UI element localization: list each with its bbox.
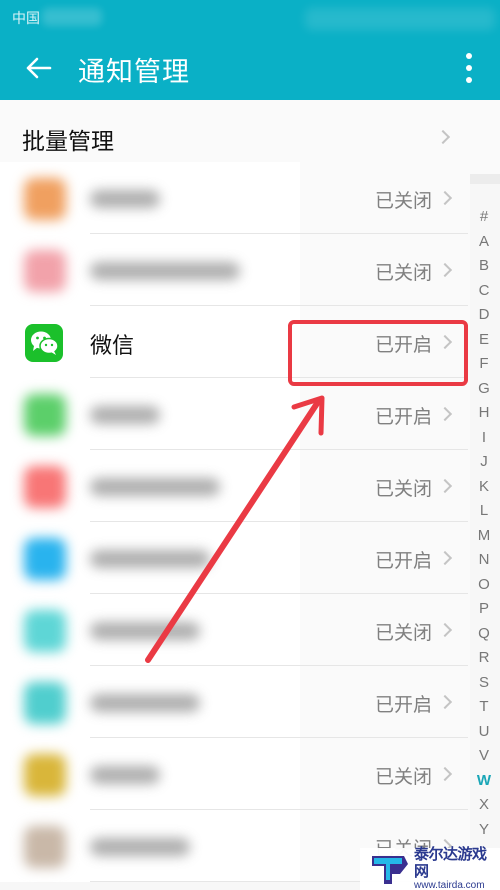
app-name-blurred (90, 694, 200, 712)
app-name-blurred (90, 622, 200, 640)
index-letter[interactable]: Q (478, 622, 490, 647)
app-name-blurred (90, 478, 220, 496)
app-name-blurred (90, 262, 240, 280)
index-letter[interactable]: E (479, 328, 489, 353)
index-letter[interactable]: T (479, 695, 488, 720)
app-row[interactable]: 已关闭 (0, 594, 470, 666)
app-icon (24, 466, 66, 508)
index-letter[interactable]: B (479, 254, 489, 279)
chevron-right-icon (435, 129, 451, 145)
notification-status: 已关闭 (374, 262, 432, 284)
index-letter[interactable]: P (479, 597, 489, 622)
app-name: 微信 (90, 334, 135, 359)
app-row[interactable]: 已关闭 (0, 234, 470, 306)
index-letter[interactable]: N (479, 548, 490, 573)
notification-management-screen: 中国 通知管理 批量管理 已关闭 已关闭 微信 已开启 已开启 已关闭 已开启 已关闭 已开启已… (0, 0, 500, 890)
index-letter[interactable]: D (479, 303, 490, 328)
app-icon (24, 826, 66, 868)
watermark-url: www.tairda.com (414, 880, 485, 890)
notification-status: 已关闭 (374, 766, 432, 788)
index-letter[interactable]: O (478, 573, 490, 598)
app-row[interactable]: 已关闭 (0, 162, 470, 234)
app-name-blurred (90, 838, 190, 856)
watermark: 泰尔达游戏网 www.tairda.com (360, 845, 500, 890)
app-row[interactable]: 已关闭 (0, 738, 470, 810)
annotation-highlight-box (288, 320, 468, 386)
status-blurred-left (42, 8, 102, 26)
app-icon (24, 610, 66, 652)
app-name-blurred (90, 406, 160, 424)
index-letter[interactable]: A (479, 230, 489, 255)
index-letter[interactable]: X (479, 793, 489, 818)
carrier-label: 中国 (12, 11, 40, 27)
index-letter[interactable]: H (479, 401, 490, 426)
arrow-left-icon (26, 57, 52, 79)
more-options-button[interactable] (455, 50, 483, 86)
app-icon (24, 394, 66, 436)
more-vertical-icon (466, 53, 472, 59)
index-letter[interactable]: K (479, 475, 489, 500)
index-letter[interactable]: I (482, 426, 486, 451)
more-vertical-icon-dot (466, 77, 472, 83)
wechat-icon (25, 324, 63, 362)
back-button[interactable] (20, 50, 56, 86)
app-row[interactable]: 已开启 (0, 522, 470, 594)
app-icon (24, 250, 66, 292)
more-vertical-icon-dot (466, 65, 472, 71)
watermark-name: 泰尔达游戏网 (414, 845, 487, 880)
index-letter[interactable]: L (480, 499, 488, 524)
app-icon (24, 178, 66, 220)
app-bar: 中国 通知管理 (0, 0, 500, 100)
index-letter[interactable]: C (479, 279, 490, 304)
notification-status: 已关闭 (374, 622, 432, 644)
index-letter[interactable]: V (479, 744, 489, 769)
app-icon (24, 682, 66, 724)
alphabet-index-bar[interactable]: # A B C D E F G H I J K L M N O P Q R S T U V W X Y (472, 205, 496, 842)
app-row[interactable]: 已关闭 (0, 450, 470, 522)
index-letter[interactable]: G (478, 377, 490, 402)
app-name-blurred (90, 190, 160, 208)
notification-status: 已开启 (374, 406, 432, 428)
app-name-blurred (90, 766, 160, 784)
page-title: 通知管理 (78, 57, 190, 88)
index-letter[interactable]: M (478, 524, 491, 549)
app-row[interactable]: 已开启 (0, 378, 470, 450)
notification-status: 已关闭 (374, 478, 432, 500)
notification-status: 已开启 (374, 550, 432, 572)
notification-status: 已开启 (374, 694, 432, 716)
watermark-logo-icon (370, 852, 410, 886)
index-letter[interactable]: R (479, 646, 490, 671)
app-icon (24, 754, 66, 796)
batch-manage-label: 批量管理 (22, 129, 114, 155)
index-letter[interactable]: # (480, 205, 488, 230)
index-letter[interactable]: W (477, 769, 491, 794)
index-letter[interactable]: J (480, 450, 488, 475)
app-name-blurred (90, 550, 210, 568)
index-letter[interactable]: S (479, 671, 489, 696)
app-icon (24, 538, 66, 580)
index-letter[interactable]: U (479, 720, 490, 745)
notification-status: 已关闭 (374, 190, 432, 212)
app-row[interactable]: 已开启 (0, 666, 470, 738)
index-letter[interactable]: F (479, 352, 488, 377)
status-bar: 中国 (0, 0, 500, 34)
index-letter[interactable]: Y (479, 818, 489, 843)
status-blurred-right (305, 8, 495, 30)
